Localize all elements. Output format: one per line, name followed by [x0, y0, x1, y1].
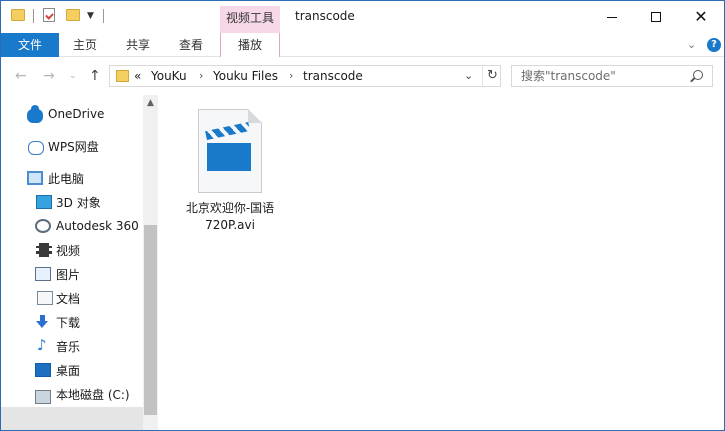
breadcrumb-transcode[interactable]: transcode [303, 69, 363, 83]
nav-item-label: WPS网盘 [48, 139, 99, 154]
up-arrow-icon[interactable]: ↑ [89, 68, 101, 84]
autodesk-360-icon [35, 219, 51, 233]
search-icon[interactable] [693, 70, 703, 80]
breadcrumb-youku[interactable]: YouKu [151, 69, 187, 83]
nav-item-documents[interactable]: 文档 [1, 287, 143, 309]
back-arrow-icon[interactable]: ← [15, 68, 27, 84]
nav-item-cutoff[interactable] [1, 407, 143, 430]
toolbar-separator [103, 9, 104, 23]
search-box[interactable] [511, 65, 713, 87]
maximize-icon [651, 12, 661, 22]
nav-item-label: 图片 [56, 267, 81, 282]
file-name: 北京欢迎你-国语 720P.avi [180, 200, 280, 234]
nav-item-label: 本地磁盘 (C:) [56, 387, 130, 402]
breadcrumb-separator[interactable]: › [199, 69, 203, 82]
address-history-icon[interactable]: ⌄ [464, 69, 473, 82]
nav-item-onedrive[interactable]: OneDrive [1, 103, 143, 125]
title-bar: ▼ 视频工具 transcode ✕ [1, 1, 724, 33]
nav-item-music[interactable]: ♪ 音乐 [1, 335, 143, 357]
folder-icon [11, 9, 25, 21]
videos-icon [36, 243, 52, 257]
close-button[interactable]: ✕ [678, 1, 724, 33]
maximize-button[interactable] [633, 1, 679, 33]
video-tools-tab-group: 视频工具 [220, 6, 280, 33]
properties-icon[interactable] [43, 8, 55, 22]
search-input[interactable] [512, 66, 682, 86]
tab-view[interactable]: 查看 [179, 33, 203, 57]
desktop-icon [35, 363, 51, 377]
onedrive-cloud-icon [27, 105, 43, 123]
close-icon: ✕ [694, 7, 708, 26]
address-bar[interactable]: « YouKu › Youku Files › transcode ⌄ ↻ [109, 65, 501, 87]
ribbon-tab-bar: 文件 主页 共享 查看 播放 ⌄ ? [1, 33, 724, 57]
nav-item-label: 视频 [56, 243, 81, 258]
nav-item-this-pc[interactable]: 此电脑 [1, 167, 143, 189]
address-row: ← → ⌄ ↑ « YouKu › Youku Files › transcod… [1, 57, 724, 95]
nav-item-desktop[interactable]: 桌面 [1, 359, 143, 381]
breadcrumb-youku-files[interactable]: Youku Files [213, 69, 278, 83]
forward-arrow-icon[interactable]: → [43, 68, 55, 84]
customize-quick-access-icon[interactable]: ▼ [87, 11, 94, 21]
nav-item-pictures[interactable]: 图片 [1, 263, 143, 285]
clapperboard-body [207, 143, 251, 171]
nav-item-label: 此电脑 [48, 171, 85, 186]
recent-locations-icon[interactable]: ⌄ [69, 71, 77, 81]
expand-ribbon-icon[interactable]: ⌄ [687, 38, 696, 51]
tab-file[interactable]: 文件 [1, 33, 59, 57]
nav-item-label: 桌面 [56, 363, 81, 378]
folder-icon [116, 70, 129, 82]
minimize-icon [607, 16, 617, 18]
nav-item-label: 音乐 [56, 339, 81, 354]
nav-item-autodesk-360[interactable]: Autodesk 360 [1, 215, 143, 237]
nav-item-label: 3D 对象 [56, 195, 101, 210]
new-folder-icon[interactable] [66, 9, 80, 21]
3d-objects-icon [36, 195, 52, 209]
wps-cloud-icon [28, 141, 44, 155]
toolbar-separator [33, 9, 34, 23]
breadcrumb-separator[interactable]: › [289, 69, 293, 82]
breadcrumb-overflow[interactable]: « [134, 69, 141, 83]
tab-home[interactable]: 主页 [73, 33, 97, 57]
nav-item-label: OneDrive [48, 107, 105, 121]
nav-item-local-disk-c[interactable]: 本地磁盘 (C:) [1, 383, 143, 405]
file-name-line-1: 北京欢迎你-国语 [185, 201, 275, 215]
nav-item-wps[interactable]: WPS网盘 [1, 135, 143, 157]
pictures-icon [35, 267, 51, 281]
scrollbar-thumb[interactable] [144, 225, 157, 415]
minimize-button[interactable] [589, 1, 635, 33]
documents-icon [37, 291, 53, 305]
nav-item-3d-objects[interactable]: 3D 对象 [1, 191, 143, 213]
file-name-line-2: 720P.avi [205, 218, 255, 232]
window-title: transcode [295, 9, 355, 23]
nav-item-videos[interactable]: 视频 [1, 239, 143, 261]
nav-pane-scrollbar[interactable]: ▲ [143, 95, 158, 430]
navigation-pane: OneDrive WPS网盘 此电脑 3D 对象 Autodesk 360 视频… [1, 95, 143, 430]
tab-share[interactable]: 共享 [126, 33, 150, 57]
nav-item-downloads[interactable]: 下载 [1, 311, 143, 333]
refresh-icon[interactable]: ↻ [482, 66, 502, 86]
nav-item-label: 文档 [56, 291, 81, 306]
file-list-pane: 北京欢迎你-国语 720P.avi [158, 95, 724, 430]
nav-item-label: Autodesk 360 [56, 219, 139, 233]
file-explorer-window: ▼ 视频工具 transcode ✕ 文件 主页 共享 查看 播放 ⌄ ? ← … [0, 0, 725, 431]
scroll-up-icon[interactable]: ▲ [143, 95, 158, 111]
help-icon[interactable]: ? [707, 38, 721, 52]
nav-item-label: 下载 [56, 315, 81, 330]
local-disk-icon [35, 390, 51, 404]
downloads-icon [35, 315, 51, 329]
music-icon: ♪ [37, 336, 47, 354]
this-pc-icon [27, 171, 43, 185]
file-item[interactable]: 北京欢迎你-国语 720P.avi [180, 105, 280, 235]
tab-play[interactable]: 播放 [220, 33, 280, 57]
